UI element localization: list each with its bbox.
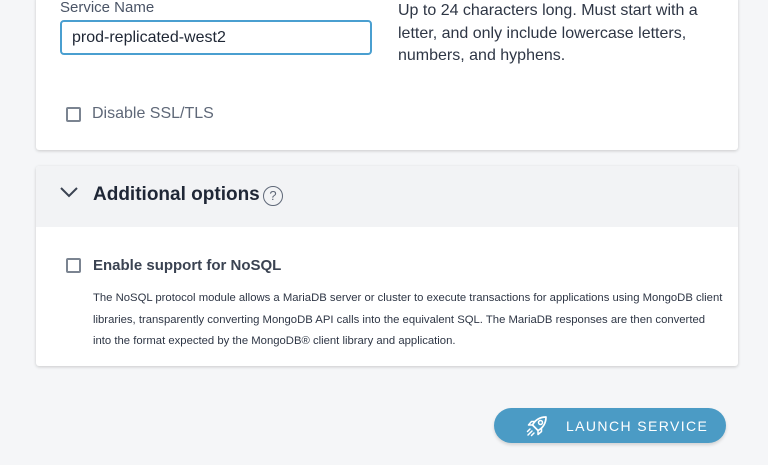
enable-nosql-label: Enable support for NoSQL	[93, 257, 282, 274]
service-name-input[interactable]	[60, 20, 372, 55]
enable-nosql-checkbox[interactable]	[66, 258, 81, 273]
launch-service-button[interactable]: LAUNCH SERVICE	[494, 408, 726, 443]
chevron-down-icon[interactable]	[60, 186, 78, 198]
disable-ssl-option[interactable]: Disable SSL/TLS	[66, 105, 214, 123]
service-name-helper-text: Up to 24 characters long. Must start wit…	[398, 2, 698, 64]
rocket-icon	[526, 416, 547, 437]
additional-options-header[interactable]: Additional options ?	[36, 166, 738, 227]
disable-ssl-label: Disable SSL/TLS	[92, 105, 214, 122]
additional-options-title: Additional options	[93, 184, 260, 205]
help-icon[interactable]: ?	[263, 186, 283, 206]
service-name-label: Service Name	[60, 0, 155, 16]
disable-ssl-checkbox[interactable]	[66, 106, 81, 122]
nosql-description: The NoSQL protocol module allows a Maria…	[93, 292, 723, 347]
launch-service-label: LAUNCH SERVICE	[566, 418, 709, 434]
additional-options-card: Additional options ? Enable support for …	[36, 166, 738, 366]
service-settings-card: Service Name Up to 24 characters long. M…	[36, 0, 738, 150]
enable-nosql-option[interactable]: Enable support for NoSQL	[66, 257, 281, 274]
